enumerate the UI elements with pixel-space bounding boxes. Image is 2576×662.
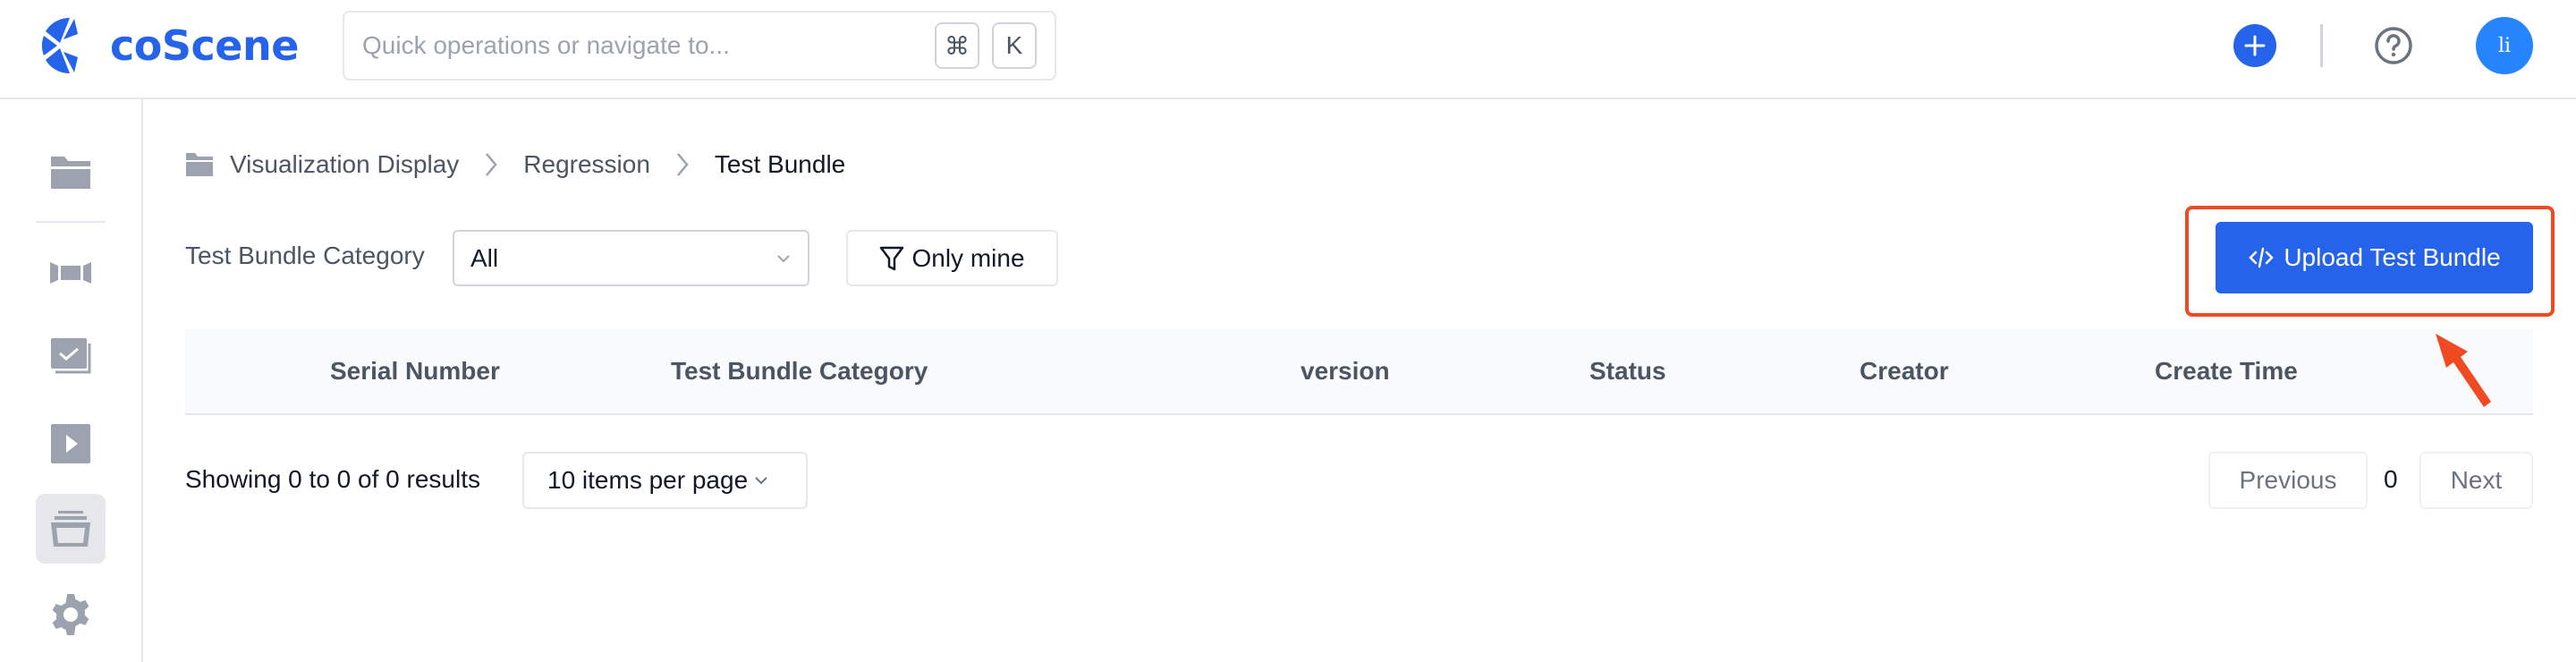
column-version[interactable]: version (1301, 329, 1390, 413)
plus-icon (2244, 35, 2266, 56)
items-per-page-select[interactable]: 10 items per page (522, 452, 808, 509)
sidebar-item-projects[interactable] (36, 138, 106, 208)
k-key-hint: K (992, 22, 1037, 69)
archive-icon (51, 511, 90, 547)
only-mine-label: Only mine (911, 243, 1025, 272)
logo[interactable]: coScene (40, 16, 299, 75)
upload-test-bundle-label: Upload Test Bundle (2284, 243, 2501, 271)
folder-icon (186, 153, 213, 176)
column-create-time[interactable]: Create Time (2155, 329, 2298, 413)
chevron-right-icon (675, 151, 690, 178)
coscene-logo-icon (41, 17, 78, 74)
task-check-icon (51, 338, 91, 374)
sidebar (0, 99, 143, 662)
sidebar-item-playback[interactable] (36, 409, 106, 479)
column-test-bundle-category[interactable]: Test Bundle Category (671, 329, 928, 413)
help-button[interactable] (2374, 26, 2413, 65)
chevron-down-icon (777, 254, 790, 262)
breadcrumb-regression[interactable]: Regression (523, 150, 650, 179)
help-circle-icon (2375, 27, 2412, 64)
breadcrumb-test-bundle: Test Bundle (714, 150, 846, 178)
folder-icon (51, 157, 90, 189)
header-divider (2320, 24, 2323, 67)
sidebar-item-regression[interactable] (36, 494, 106, 564)
logo-text: coScene (110, 21, 299, 70)
search-placeholder: Quick operations or navigate to... (362, 31, 730, 59)
previous-page-button[interactable]: Previous (2208, 452, 2368, 509)
gear-icon (52, 594, 89, 635)
column-creator[interactable]: Creator (1860, 329, 1949, 413)
category-filter-label: Test Bundle Category (185, 242, 425, 269)
quick-search-input[interactable]: Quick operations or navigate to... ⌘ K (343, 11, 1056, 81)
sidebar-item-visualization[interactable] (36, 238, 106, 308)
filter-icon (880, 246, 904, 270)
results-summary: Showing 0 to 0 of 0 results (185, 465, 480, 493)
category-select-value: All (470, 243, 499, 272)
user-avatar[interactable]: li (2476, 17, 2533, 74)
current-page-number: 0 (2384, 465, 2398, 493)
top-header: coScene Quick operations or navigate to.… (0, 0, 2576, 99)
cmd-key-hint: ⌘ (935, 22, 979, 69)
annotation-arrow-icon (2436, 334, 2491, 407)
next-page-button[interactable]: Next (2419, 452, 2533, 509)
sidebar-item-tasks[interactable] (36, 323, 106, 393)
sidebar-item-settings[interactable] (36, 580, 106, 649)
items-per-page-value: 10 items per page (547, 466, 749, 494)
chevron-down-icon (755, 477, 767, 485)
play-icon (51, 424, 90, 463)
panorama-icon (50, 262, 91, 284)
only-mine-filter-button[interactable]: Only mine (846, 230, 1058, 286)
breadcrumb: Visualization Display Regression Test Bu… (185, 147, 845, 182)
table-header: Serial Number Test Bundle Category versi… (185, 329, 2533, 415)
column-status[interactable]: Status (1589, 329, 1666, 413)
chevron-right-icon (484, 151, 498, 178)
upload-test-bundle-button[interactable]: Upload Test Bundle (2216, 222, 2533, 293)
create-button[interactable] (2233, 24, 2276, 67)
breadcrumb-visualization-display[interactable]: Visualization Display (230, 150, 459, 179)
code-icon (2249, 247, 2275, 268)
category-select[interactable]: All (453, 230, 809, 286)
sidebar-divider (36, 221, 106, 223)
column-serial-number[interactable]: Serial Number (330, 329, 500, 413)
